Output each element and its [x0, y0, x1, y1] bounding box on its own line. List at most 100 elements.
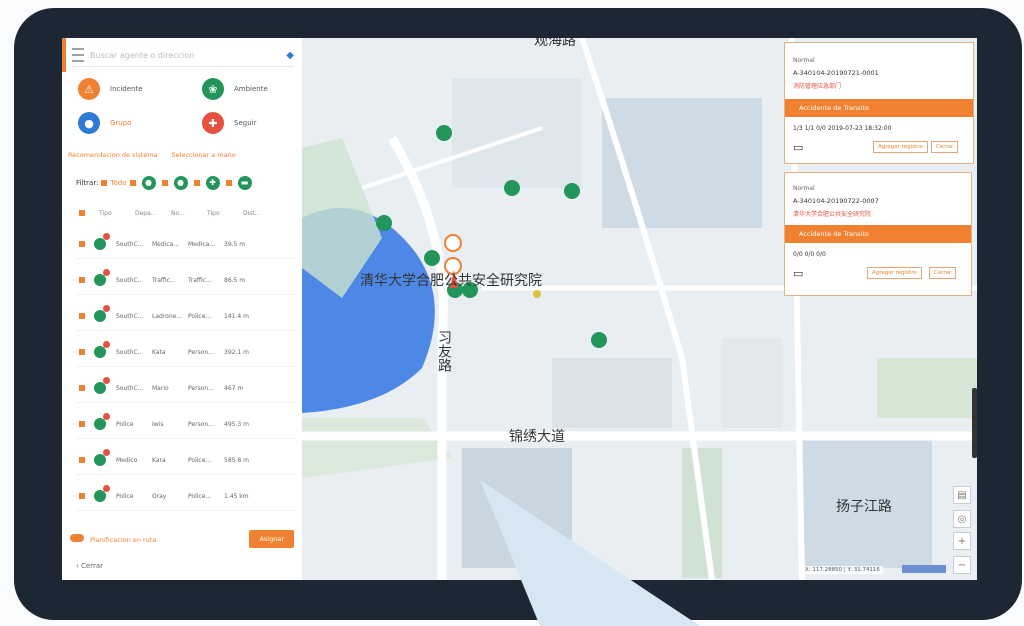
table-row[interactable]: SouthC... Medica... Medica... 39.5 m	[76, 230, 296, 259]
tab-select[interactable]: Seleccionar a mano	[172, 151, 236, 159]
agent-marker-icon	[94, 449, 110, 466]
menu-icon[interactable]	[72, 48, 84, 62]
locate-icon[interactable]: ◆	[286, 50, 294, 61]
row-checkbox[interactable]	[79, 313, 85, 319]
row-checkbox[interactable]	[79, 493, 85, 499]
cell-distance: 1.45 km	[224, 492, 249, 500]
category-incident[interactable]: ⚠ Incidente	[78, 78, 143, 100]
row-checkbox[interactable]	[79, 241, 85, 247]
locate-button[interactable]: ◎	[953, 510, 971, 528]
table-row[interactable]: Police Iwis Person... 495.3 m	[76, 410, 296, 439]
cell-distance: 39.5 m	[224, 240, 246, 248]
agent-marker-icon	[94, 485, 110, 502]
table-row[interactable]: SouthC... Traffic... Traffic... 86.5 m	[76, 266, 296, 295]
car-icon: ▬	[237, 176, 252, 190]
cell-distance: 467 m	[224, 384, 244, 392]
row-checkbox[interactable]	[79, 385, 85, 391]
category-follow[interactable]: ✚ Seguir	[202, 112, 256, 134]
footer-bar: Planificacion en ruta Asignar	[70, 530, 294, 548]
search-input[interactable]: Buscar agente o direccion	[90, 51, 286, 60]
row-checkbox[interactable]	[79, 457, 85, 463]
row-checkbox[interactable]	[79, 421, 85, 427]
left-panel: Buscar agente o direccion ◆ ⚠ Incidente …	[62, 38, 303, 580]
search-bar[interactable]: Buscar agente o direccion ◆	[72, 44, 294, 67]
category-label: Grupo	[110, 119, 132, 127]
table-row[interactable]: SouthC... Ladrone... Police... 141.4 m	[76, 302, 296, 331]
agent-marker-icon	[94, 413, 110, 430]
column-header[interactable]: Dist...	[243, 210, 279, 217]
cell-dept: Police	[116, 420, 134, 428]
comment-icon[interactable]: ▭	[793, 141, 803, 154]
scale-bar	[902, 565, 946, 573]
column-header[interactable]: No...	[171, 210, 207, 217]
column-header[interactable]: Tipo	[99, 210, 135, 217]
cell-no: Iwis	[152, 420, 164, 428]
card-stats: 1/3 1/1 0/0 2019-07-23 18:32:00	[793, 125, 892, 132]
person-icon: ●	[141, 176, 156, 190]
row-checkbox[interactable]	[79, 277, 85, 283]
cell-type: Person...	[188, 420, 214, 428]
cell-type: Police...	[188, 456, 212, 464]
row-checkbox[interactable]	[79, 349, 85, 355]
incident-card[interactable]: Normal A-340104-20190721-0001 消防管理应急部门 A…	[784, 42, 974, 164]
filter-checkbox-all[interactable]	[101, 180, 108, 186]
cell-dept: SouthC...	[116, 240, 144, 248]
zoom-out-button[interactable]: −	[953, 556, 971, 574]
cell-dept: Medico	[116, 456, 138, 464]
cell-no: Traffic...	[152, 276, 176, 284]
card-stats: 0/0 0/0 0/0	[793, 251, 826, 258]
tab-recommend[interactable]: Recomendacion de sistema	[68, 151, 158, 159]
agent-marker-icon	[94, 341, 110, 358]
filter-checkbox[interactable]	[193, 180, 200, 186]
close-card-button[interactable]: Cerrar	[929, 267, 957, 279]
table-row[interactable]: SouthC... Kata Person... 392.1 m	[76, 338, 296, 367]
column-header[interactable]: Depa...	[135, 210, 171, 217]
callout-pointer	[480, 480, 700, 626]
cell-no: Medica...	[152, 240, 180, 248]
cell-no: Mario	[152, 384, 169, 392]
cell-dept: Police	[116, 492, 134, 500]
table-row[interactable]: Police Gray Police... 1.45 km	[76, 482, 296, 511]
hospital-icon: ✚	[205, 176, 220, 190]
incident-card[interactable]: Normal A-340104-20190722-0007 清华大学合肥公共安全…	[784, 172, 972, 296]
cell-no: Ladrone...	[152, 312, 183, 320]
column-header[interactable]: Tipo	[207, 210, 243, 217]
agent-marker-icon	[94, 305, 110, 322]
category-label: Seguir	[234, 119, 257, 127]
route-toggle[interactable]: Planificacion en ruta	[70, 534, 156, 544]
cell-type: Police...	[188, 312, 212, 320]
card-address: 清华大学合肥公共安全研究院	[793, 211, 872, 218]
collapse-button[interactable]: ‹ Cerrar	[76, 562, 103, 570]
cell-distance: 86.5 m	[224, 276, 246, 284]
card-address: 消防管理应急部门	[793, 83, 842, 90]
cell-dept: SouthC...	[116, 276, 144, 284]
category-label: Ambiente	[234, 85, 268, 93]
select-all-checkbox[interactable]	[79, 210, 85, 216]
table-row[interactable]: SouthC... Mario Person... 467 m	[76, 374, 296, 403]
close-card-button[interactable]: Cerrar	[931, 141, 959, 153]
cell-type: Person...	[188, 384, 214, 392]
scrollbar[interactable]	[972, 388, 977, 458]
comment-icon[interactable]: ▭	[793, 267, 803, 280]
category-group[interactable]: ● Grupo	[78, 112, 131, 134]
filter-checkbox[interactable]	[129, 180, 136, 186]
table-row[interactable]: Medico Kara Police... 585.8 m	[76, 446, 296, 475]
map-label-jinxiu-road: 锦绣大道	[509, 429, 565, 445]
map-label-xiyou-road: 习友路	[436, 330, 452, 372]
filter-checkbox[interactable]	[225, 180, 232, 186]
add-record-button[interactable]: Agregar registro	[867, 267, 922, 279]
card-type: Accidente de Transito	[785, 99, 973, 117]
accent-bar	[62, 38, 66, 72]
cell-no: Kara	[152, 456, 166, 464]
category-environment[interactable]: ❀ Ambiente	[202, 78, 268, 100]
map-label-institute: 清华大学合肥公共安全研究院	[360, 273, 542, 289]
filter-checkbox[interactable]	[161, 180, 168, 186]
assign-button[interactable]: Asignar	[249, 530, 294, 548]
filter-label: Filtrar:	[76, 179, 99, 187]
add-record-button[interactable]: Agregar registro	[873, 141, 928, 153]
layers-button[interactable]: ▤	[953, 486, 971, 504]
cell-type: Person...	[188, 348, 214, 356]
zoom-in-button[interactable]: +	[953, 532, 971, 550]
cell-dept: SouthC...	[116, 348, 144, 356]
cell-distance: 392.1 m	[224, 348, 249, 356]
